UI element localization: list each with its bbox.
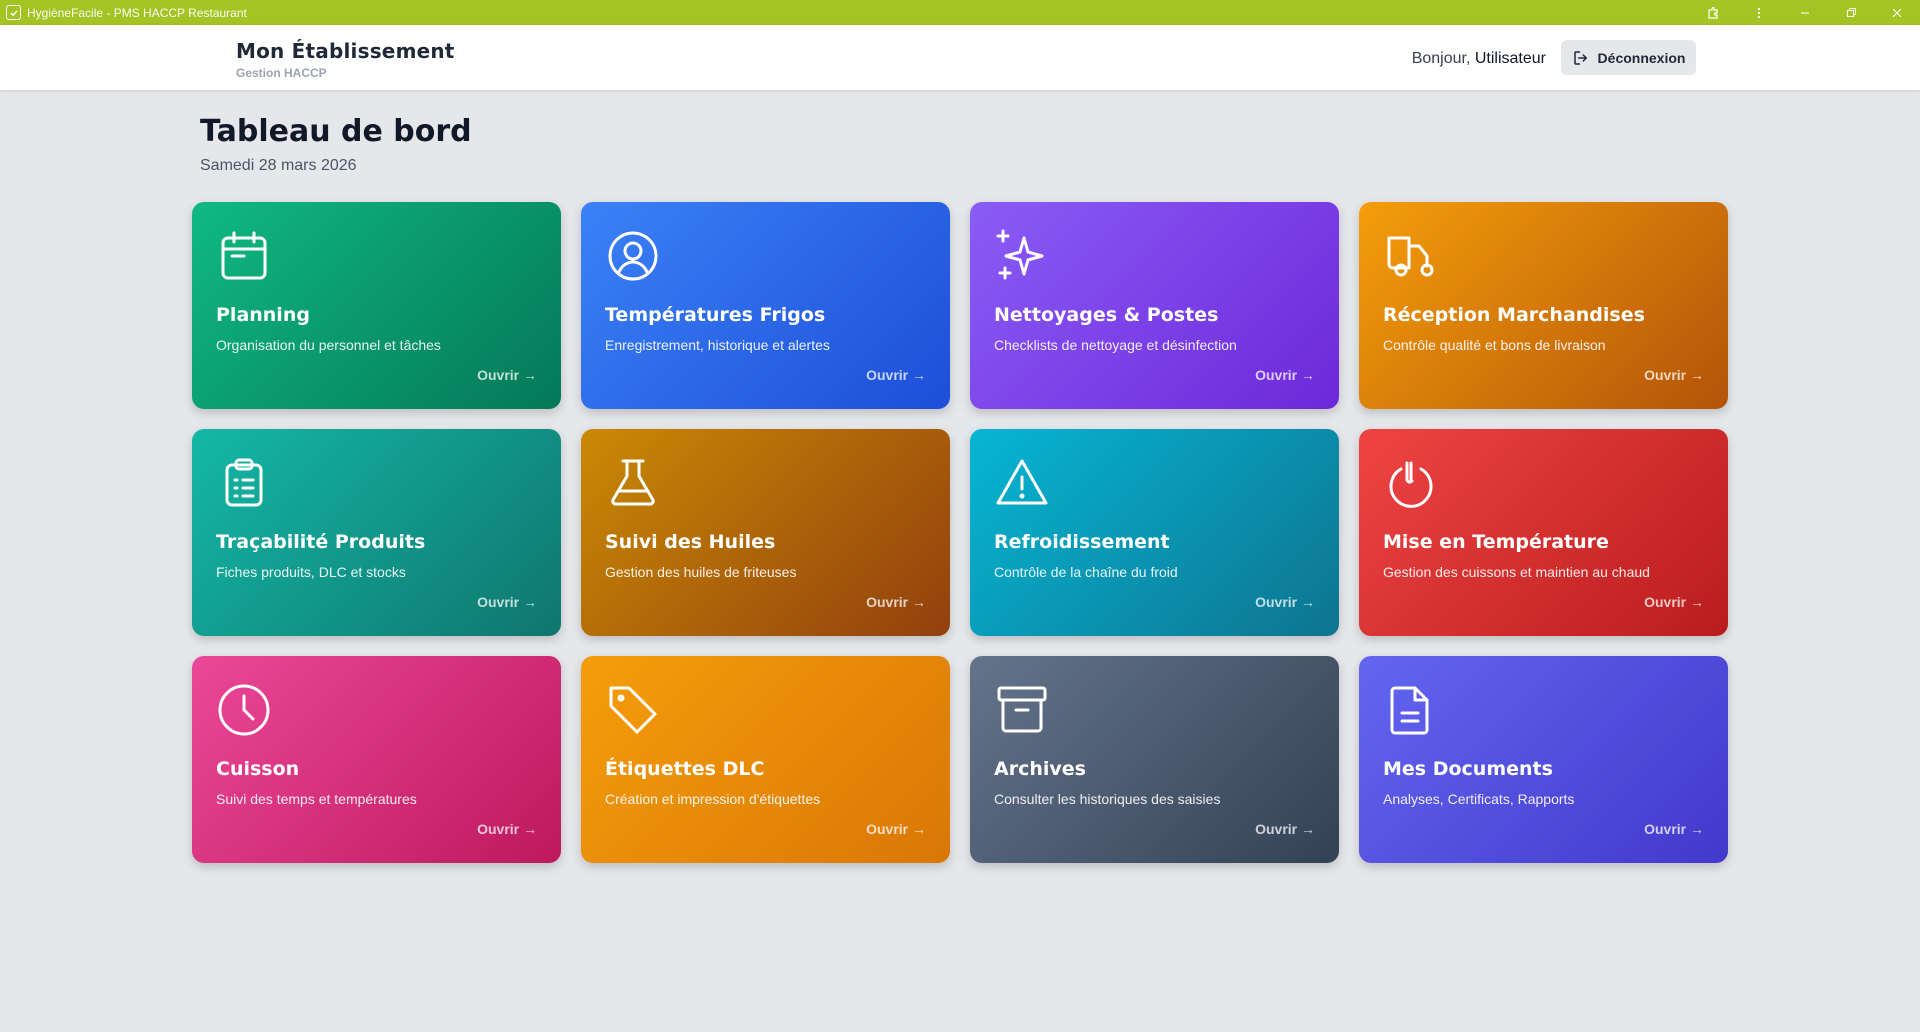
card-title: Archives	[994, 758, 1086, 780]
card-description: Organisation du personnel et tâches	[216, 337, 441, 353]
card-refroidissement[interactable]: Refroidissement Contrôle de la chaîne du…	[970, 429, 1339, 636]
card-open-link[interactable]: Ouvrir →	[1644, 367, 1704, 383]
brand-subtitle: Gestion HACCP	[236, 66, 327, 80]
sparkles-icon	[994, 228, 1050, 284]
card-title: Suivi des Huiles	[605, 531, 776, 553]
logout-label: Déconnexion	[1597, 49, 1686, 66]
brand-name: Mon Établissement	[236, 39, 455, 63]
card-title: Cuisson	[216, 758, 300, 780]
card-description: Contrôle de la chaîne du froid	[994, 564, 1178, 580]
logout-button[interactable]: Déconnexion	[1561, 40, 1696, 75]
app-header: Mon Établissement Gestion HACCP Bonjour,…	[0, 25, 1920, 90]
greeting-text: Bonjour,	[1411, 50, 1471, 67]
card-title: Mes Documents	[1383, 758, 1553, 780]
card-planning[interactable]: Planning Organisation du personnel et tâ…	[192, 202, 561, 409]
card-open-link[interactable]: Ouvrir →	[866, 367, 926, 383]
logout-icon	[1573, 50, 1587, 65]
flask-icon	[605, 455, 661, 511]
card-open-link[interactable]: Ouvrir →	[1255, 367, 1315, 383]
card-cuisson[interactable]: Cuisson Suivi des temps et températures …	[192, 656, 561, 863]
window-titlebar: HygièneFacile - PMS HACCP Restaurant	[0, 0, 1920, 25]
app-icon	[6, 5, 21, 20]
card-open-link[interactable]: Ouvrir →	[477, 594, 537, 610]
clipboard-list-icon	[216, 455, 272, 511]
card-suivi-huiles[interactable]: Suivi des Huiles Gestion des huiles de f…	[581, 429, 950, 636]
card-etiquettes-dlc[interactable]: Étiquettes DLC Création et impression d'…	[581, 656, 950, 863]
card-open-link[interactable]: Ouvrir →	[1644, 821, 1704, 837]
card-title: Étiquettes DLC	[605, 758, 765, 780]
tag-icon	[605, 682, 661, 738]
card-nettoyages-postes[interactable]: Nettoyages & Postes Checklists de nettoy…	[970, 202, 1339, 409]
card-open-link[interactable]: Ouvrir →	[1644, 594, 1704, 610]
close-icon[interactable]	[1874, 0, 1920, 25]
archive-box-icon	[994, 682, 1050, 738]
restore-icon[interactable]	[1828, 0, 1874, 25]
card-description: Enregistrement, historique et alertes	[605, 337, 830, 353]
card-open-link[interactable]: Ouvrir →	[866, 594, 926, 610]
card-description: Checklists de nettoyage et désinfection	[994, 337, 1237, 353]
calendar-icon	[216, 228, 272, 284]
card-open-link[interactable]: Ouvrir →	[866, 821, 926, 837]
clock-icon	[216, 682, 272, 738]
page-date: Samedi 28 mars 2026	[200, 157, 357, 174]
truck-icon	[1383, 228, 1439, 284]
card-open-link[interactable]: Ouvrir →	[1255, 821, 1315, 837]
card-title: Nettoyages & Postes	[994, 304, 1219, 326]
user-name: Utilisateur	[1474, 50, 1546, 67]
brand: Mon Établissement Gestion HACCP	[236, 39, 455, 80]
card-tracabilite-produits[interactable]: Traçabilité Produits Fiches produits, DL…	[192, 429, 561, 636]
card-description: Gestion des cuissons et maintien au chau…	[1383, 564, 1650, 580]
card-mes-documents[interactable]: Mes Documents Analyses, Certificats, Rap…	[1359, 656, 1728, 863]
card-description: Contrôle qualité et bons de livraison	[1383, 337, 1606, 353]
card-archives[interactable]: Archives Consulter les historiques des s…	[970, 656, 1339, 863]
extension-icon[interactable]	[1690, 0, 1736, 25]
window-title: HygièneFacile - PMS HACCP Restaurant	[27, 5, 247, 20]
card-description: Gestion des huiles de friteuses	[605, 564, 797, 580]
card-title: Températures Frigos	[605, 304, 826, 326]
card-open-link[interactable]: Ouvrir →	[477, 821, 537, 837]
card-description: Consulter les historiques des saisies	[994, 791, 1221, 807]
warning-triangle-icon	[994, 455, 1050, 511]
card-description: Analyses, Certificats, Rapports	[1383, 791, 1575, 807]
card-title: Refroidissement	[994, 531, 1170, 553]
card-open-link[interactable]: Ouvrir →	[477, 367, 537, 383]
user-greeting: Bonjour, Utilisateur	[1412, 50, 1546, 68]
page-title: Tableau de bord	[200, 114, 472, 149]
card-title: Planning	[216, 304, 310, 326]
card-description: Fiches produits, DLC et stocks	[216, 564, 406, 580]
card-open-link[interactable]: Ouvrir →	[1255, 594, 1315, 610]
card-temperatures-frigos[interactable]: Températures Frigos Enregistrement, hist…	[581, 202, 950, 409]
modules-grid: Planning Organisation du personnel et tâ…	[192, 202, 1728, 863]
more-icon[interactable]	[1736, 0, 1782, 25]
minimize-icon[interactable]	[1782, 0, 1828, 25]
card-description: Suivi des temps et températures	[216, 791, 417, 807]
card-title: Traçabilité Produits	[216, 531, 426, 553]
user-circle-icon	[605, 228, 661, 284]
card-mise-en-temperature[interactable]: Mise en Température Gestion des cuissons…	[1359, 429, 1728, 636]
card-reception-marchandises[interactable]: Réception Marchandises Contrôle qualité …	[1359, 202, 1728, 409]
power-icon	[1383, 455, 1439, 511]
card-description: Création et impression d'étiquettes	[605, 791, 821, 807]
card-title: Réception Marchandises	[1383, 304, 1645, 326]
card-title: Mise en Température	[1383, 531, 1609, 553]
document-icon	[1383, 682, 1439, 738]
